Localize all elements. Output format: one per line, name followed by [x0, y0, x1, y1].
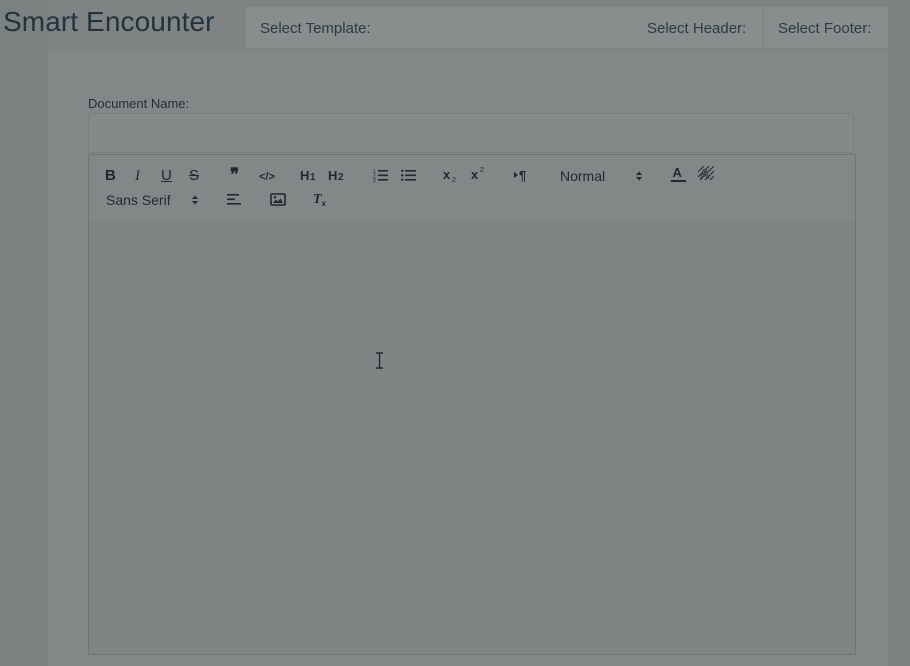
svg-text:H: H	[300, 168, 309, 182]
svg-text:H: H	[328, 168, 337, 182]
document-name-input[interactable]	[88, 113, 854, 153]
svg-text:2: 2	[452, 177, 456, 183]
document-name-label: Document Name:	[88, 96, 190, 111]
svg-text:2: 2	[480, 167, 484, 174]
clear-formatting-icon[interactable]: Tx	[313, 191, 329, 208]
svg-text:¶: ¶	[519, 168, 526, 182]
strike-icon[interactable]: S	[189, 167, 199, 185]
align-left-icon[interactable]	[227, 193, 242, 206]
size-picker-arrows-icon[interactable]	[635, 170, 643, 182]
underline-icon[interactable]: U	[161, 167, 172, 185]
editor-toolbar: B I U S ❞ </> H1 H2 123 x2 x2 ¶ Normal A…	[88, 154, 856, 220]
svg-text:x: x	[471, 167, 479, 181]
code-block-icon[interactable]: </>	[259, 168, 275, 186]
text-cursor-icon	[376, 352, 383, 369]
left-gutter	[0, 0, 48, 666]
header-2-icon[interactable]: H2	[328, 168, 346, 182]
svg-text:A: A	[673, 166, 683, 180]
header-1-icon[interactable]: H1	[300, 168, 318, 182]
direction-rtl-icon[interactable]: ¶	[514, 168, 530, 182]
editor-content-area[interactable]	[88, 219, 856, 655]
svg-text:1: 1	[310, 172, 316, 182]
superscript-icon[interactable]: x2	[471, 166, 487, 181]
font-picker-arrows-icon[interactable]	[191, 194, 199, 206]
image-icon[interactable]	[270, 193, 286, 206]
svg-text:x: x	[443, 168, 451, 182]
svg-text:x: x	[322, 199, 327, 208]
right-gutter	[888, 0, 910, 666]
topbar-divider	[763, 7, 764, 48]
size-picker[interactable]: Normal	[560, 168, 605, 184]
bold-icon[interactable]: B	[105, 167, 116, 185]
select-header-label[interactable]: Select Header:	[647, 20, 746, 37]
svg-text:2: 2	[338, 172, 344, 182]
ordered-list-icon[interactable]: 123	[373, 168, 388, 182]
font-picker[interactable]: Sans Serif	[106, 192, 171, 208]
subscript-icon[interactable]: x2	[443, 168, 459, 183]
italic-icon[interactable]: I	[135, 167, 140, 185]
select-footer-label[interactable]: Select Footer:	[778, 20, 871, 37]
text-color-icon[interactable]: A	[671, 166, 686, 183]
bullet-list-icon[interactable]	[401, 168, 416, 182]
app-title: Smart Encounter	[3, 6, 215, 37]
svg-text:3: 3	[373, 178, 376, 182]
template-selector-bar: Select Template: Select Header: Select F…	[246, 7, 888, 48]
select-template-label[interactable]: Select Template:	[260, 20, 371, 37]
svg-text:A: A	[701, 167, 710, 181]
background-color-icon[interactable]: A	[698, 166, 714, 183]
blockquote-icon[interactable]: ❞	[230, 166, 239, 184]
